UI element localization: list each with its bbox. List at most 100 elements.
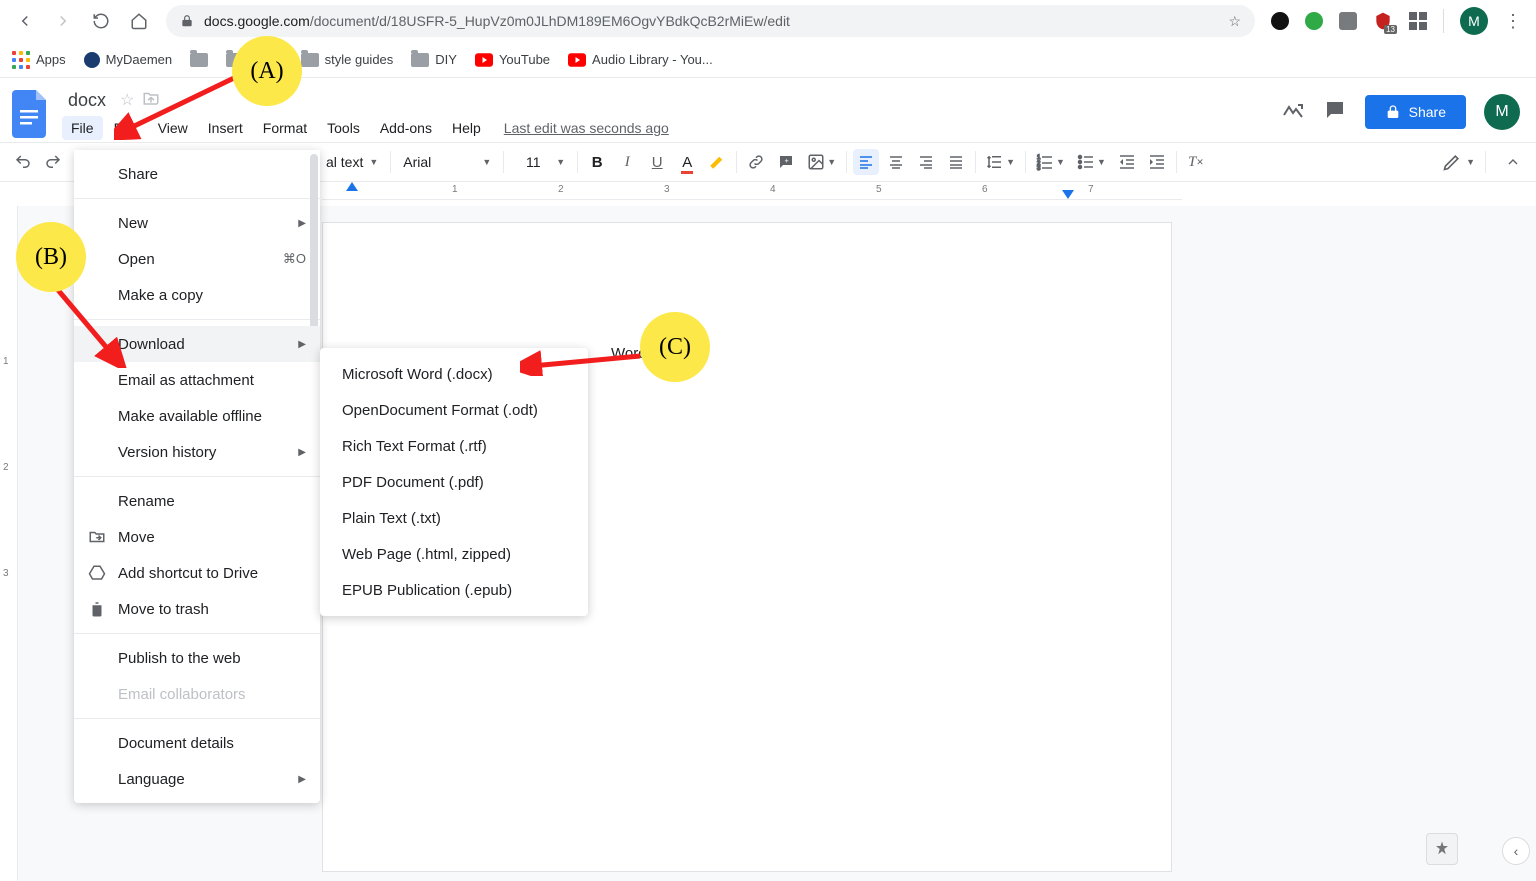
text-color-button[interactable]: A [674,149,700,175]
last-edit-link[interactable]: Last edit was seconds ago [504,120,669,136]
menu-file[interactable]: File [62,116,103,140]
underline-button[interactable]: U [644,149,670,175]
menu-addons[interactable]: Add-ons [371,116,441,140]
ext-icon-1[interactable] [1271,12,1289,30]
italic-button[interactable]: I [614,149,640,175]
insert-image-button[interactable]: ▼ [803,149,840,175]
menu-item-version-history[interactable]: Version history▶ [74,434,320,470]
vertical-ruler[interactable]: 1 2 3 [0,206,18,881]
paragraph-style-select[interactable]: al text▼ [320,154,384,170]
bookmark-mydaemen[interactable]: MyDaemen [84,52,172,68]
address-bar[interactable]: docs.google.com/document/d/18USFR-5_HupV… [166,5,1255,37]
submenu-item-rtf[interactable]: Rich Text Format (.rtf) [320,428,588,464]
forward-button[interactable] [46,4,80,38]
align-center-button[interactable] [883,149,909,175]
highlight-button[interactable] [704,149,730,175]
bookmark-style-guides[interactable]: style guides [301,52,394,67]
menu-help[interactable]: Help [443,116,490,140]
ruler-tick: 2 [3,462,9,473]
bold-button[interactable]: B [584,149,610,175]
increase-indent-button[interactable] [1144,149,1170,175]
font-size-select[interactable]: 11▼ [510,154,571,170]
menu-item-publish[interactable]: Publish to the web [74,640,320,676]
collapse-toolbar-button[interactable] [1500,149,1526,175]
docs-logo[interactable] [12,90,52,140]
bullet-list-button[interactable]: ▼ [1073,149,1110,175]
comments-icon[interactable] [1323,98,1347,127]
menu-item-open[interactable]: Open⌘O [74,241,320,277]
ext-icon-4[interactable]: 13 [1373,11,1393,31]
badge-count: 13 [1384,25,1397,34]
menu-item-offline[interactable]: Make available offline [74,398,320,434]
ext-icon-3[interactable] [1339,12,1357,30]
ruler-tick: 4 [770,184,776,195]
separator [1025,151,1026,173]
menu-item-add-shortcut[interactable]: Add shortcut to Drive [74,555,320,591]
bookmark-diy[interactable]: DIY [411,52,457,67]
align-right-button[interactable] [913,149,939,175]
bookmarks-bar: Apps MyDaemen News style guides DIY YouT… [0,42,1536,78]
menu-item-email-collaborators: Email collaborators [74,676,320,712]
submenu-item-pdf[interactable]: PDF Document (.pdf) [320,464,588,500]
browser-profile-avatar[interactable]: M [1460,7,1488,35]
ext-icon-5[interactable] [1409,12,1427,30]
bookmark-audio-library[interactable]: Audio Library - You... [568,52,713,67]
menu-tools[interactable]: Tools [318,116,369,140]
share-button[interactable]: Share [1365,95,1466,129]
submenu-item-epub[interactable]: EPUB Publication (.epub) [320,572,588,608]
submenu-item-odt[interactable]: OpenDocument Format (.odt) [320,392,588,428]
insert-comment-button[interactable]: + [773,149,799,175]
callout-b: (B) [16,222,86,292]
account-avatar[interactable]: M [1484,94,1520,130]
insert-link-button[interactable] [743,149,769,175]
apps-label: Apps [36,52,66,67]
redo-button[interactable] [40,149,66,175]
folder-icon [301,53,319,67]
menu-item-language[interactable]: Language▶ [74,761,320,797]
align-left-button[interactable] [853,149,879,175]
submenu-item-txt[interactable]: Plain Text (.txt) [320,500,588,536]
item-label: Make available offline [118,408,262,425]
line-spacing-button[interactable]: ▼ [982,149,1019,175]
menu-separator [74,476,320,477]
separator [1485,151,1486,173]
right-indent-marker[interactable] [1062,190,1074,199]
decrease-indent-button[interactable] [1114,149,1140,175]
bookmark-youtube[interactable]: YouTube [475,52,550,67]
separator [1443,9,1444,33]
folder-icon [411,53,429,67]
menu-format[interactable]: Format [254,116,316,140]
left-indent-marker[interactable] [346,182,358,191]
menu-item-move[interactable]: Move [74,519,320,555]
ext-icon-2[interactable] [1305,12,1323,30]
menu-item-share[interactable]: Share [74,156,320,192]
submenu-item-html[interactable]: Web Page (.html, zipped) [320,536,588,572]
bookmark-folder-hidden[interactable] [190,53,208,67]
back-button[interactable] [8,4,42,38]
explore-button[interactable] [1426,833,1458,865]
editing-mode-button[interactable]: ▼ [1438,149,1479,175]
menu-item-trash[interactable]: Move to trash [74,591,320,627]
home-button[interactable] [122,4,156,38]
separator [975,151,976,173]
menu-item-new[interactable]: New▶ [74,205,320,241]
menu-item-rename[interactable]: Rename [74,483,320,519]
align-justify-button[interactable] [943,149,969,175]
font-select[interactable]: Arial▼ [397,154,497,170]
browser-menu-button[interactable]: ⋮ [1504,11,1522,32]
lock-icon [1385,104,1401,120]
url-host: docs.google.com/document/d/18USFR-5_HupV… [204,13,790,29]
show-side-panel-button[interactable]: ‹ [1502,837,1530,865]
horizontal-ruler[interactable]: 1 2 3 4 5 6 7 [322,182,1182,200]
activity-icon[interactable] [1281,98,1305,127]
numbered-list-button[interactable]: 123▼ [1032,149,1069,175]
menu-item-document-details[interactable]: Document details [74,725,320,761]
doc-title[interactable]: docx [62,88,112,113]
apps-button[interactable]: Apps [12,51,66,69]
undo-button[interactable] [10,149,36,175]
clear-formatting-button[interactable]: T✕ [1183,149,1209,175]
reload-button[interactable] [84,4,118,38]
item-label: Move [118,529,155,546]
folder-icon [190,53,208,67]
bookmark-star-icon[interactable]: ☆ [1228,13,1241,30]
